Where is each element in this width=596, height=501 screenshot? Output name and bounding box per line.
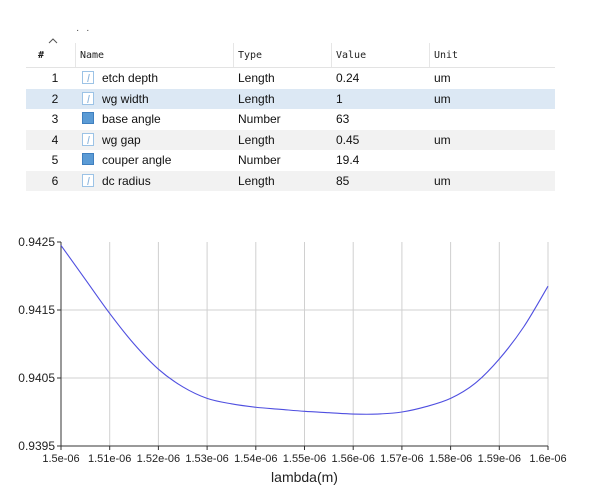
table-row[interactable]: 3 base angle Number 63 bbox=[26, 109, 555, 130]
y-tick-label: 0.9415 bbox=[18, 303, 55, 317]
table-row[interactable]: 6 dc radius Length 85 um bbox=[26, 170, 555, 192]
x-tick-label: 1.57e-06 bbox=[380, 453, 423, 465]
x-tick-label: 1.6e-06 bbox=[529, 453, 566, 465]
parameter-type[interactable]: Length bbox=[238, 171, 275, 192]
line-chart: 1.5e-06 1.51e-06 1.52e-06 1.53e-06 1.54e-06 1… bbox=[0, 230, 596, 501]
parameter-name[interactable]: couper angle bbox=[102, 150, 171, 171]
row-number: 4 bbox=[51, 132, 59, 147]
parameter-unit[interactable]: um bbox=[434, 89, 451, 110]
parameter-unit[interactable]: um bbox=[434, 130, 451, 151]
toolbar-dots-icon: · · bbox=[76, 25, 92, 36]
parameter-type[interactable]: Length bbox=[238, 130, 275, 151]
page: · · # Name Type Value Unit 1 etch depth … bbox=[0, 0, 596, 501]
x-tick-label: 1.58e-06 bbox=[429, 453, 472, 465]
table-body: 1 etch depth Length 0.24 um 2 wg width L… bbox=[26, 68, 555, 191]
column-header-value[interactable]: Value bbox=[332, 43, 430, 67]
x-tick-label: 1.59e-06 bbox=[478, 453, 521, 465]
parameter-type[interactable]: Number bbox=[238, 109, 281, 130]
x-tick-label: 1.55e-06 bbox=[283, 453, 326, 465]
parameter-name[interactable]: dc radius bbox=[102, 171, 151, 192]
table-header: # Name Type Value Unit bbox=[26, 43, 555, 68]
parameter-value[interactable]: 0.24 bbox=[336, 68, 359, 89]
parameter-value[interactable]: 85 bbox=[336, 171, 349, 192]
x-axis-title: lambda(m) bbox=[271, 469, 338, 485]
parameter-unit[interactable]: um bbox=[434, 171, 451, 192]
table-row[interactable]: 4 wg gap Length 0.45 um bbox=[26, 129, 555, 151]
parameter-unit[interactable]: um bbox=[434, 68, 451, 89]
x-tick-label: 1.5e-06 bbox=[42, 453, 79, 465]
number-icon bbox=[82, 112, 96, 126]
parameter-value[interactable]: 1 bbox=[336, 89, 343, 110]
number-icon bbox=[82, 153, 96, 167]
y-tick-label: 0.9425 bbox=[18, 235, 55, 249]
x-tick-label: 1.56e-06 bbox=[331, 453, 374, 465]
parameter-name[interactable]: etch depth bbox=[102, 68, 158, 89]
parameter-value[interactable]: 19.4 bbox=[336, 150, 359, 171]
parameter-type[interactable]: Length bbox=[238, 68, 275, 89]
parameter-name[interactable]: base angle bbox=[102, 109, 161, 130]
length-icon bbox=[82, 91, 96, 106]
parameter-value[interactable]: 0.45 bbox=[336, 130, 359, 151]
row-number: 2 bbox=[51, 91, 59, 106]
parameter-type[interactable]: Number bbox=[238, 150, 281, 171]
row-number: 1 bbox=[51, 71, 59, 85]
table-row[interactable]: 1 etch depth Length 0.24 um bbox=[26, 68, 555, 89]
column-header-name[interactable]: Name bbox=[76, 43, 234, 67]
x-tick-label: 1.52e-06 bbox=[137, 453, 180, 465]
parameter-value[interactable]: 63 bbox=[336, 109, 349, 130]
column-header-number[interactable]: # bbox=[26, 43, 76, 67]
y-tick-label: 0.9395 bbox=[18, 439, 55, 453]
row-number: 5 bbox=[51, 153, 59, 167]
chart-canvas: 1.5e-06 1.51e-06 1.52e-06 1.53e-06 1.54e-06 1… bbox=[18, 235, 566, 485]
row-number: 3 bbox=[51, 112, 59, 126]
length-icon bbox=[82, 173, 96, 188]
length-icon bbox=[82, 71, 96, 85]
x-tick-label: 1.51e-06 bbox=[88, 453, 131, 465]
y-tick-label: 0.9405 bbox=[18, 371, 55, 385]
table-row[interactable]: 5 couper angle Number 19.4 bbox=[26, 150, 555, 171]
parameter-type[interactable]: Length bbox=[238, 89, 275, 110]
column-header-unit[interactable]: Unit bbox=[430, 43, 555, 67]
table-row[interactable]: 2 wg width Length 1 um bbox=[26, 88, 555, 110]
x-tick-label: 1.54e-06 bbox=[234, 453, 277, 465]
parameter-name[interactable]: wg width bbox=[102, 89, 149, 110]
x-tick-label: 1.53e-06 bbox=[185, 453, 228, 465]
length-icon bbox=[82, 132, 96, 147]
parameter-table: · · # Name Type Value Unit 1 etch depth … bbox=[26, 22, 555, 191]
column-header-type[interactable]: Type bbox=[234, 43, 332, 67]
row-number: 6 bbox=[51, 173, 59, 188]
parameter-name[interactable]: wg gap bbox=[102, 130, 141, 151]
